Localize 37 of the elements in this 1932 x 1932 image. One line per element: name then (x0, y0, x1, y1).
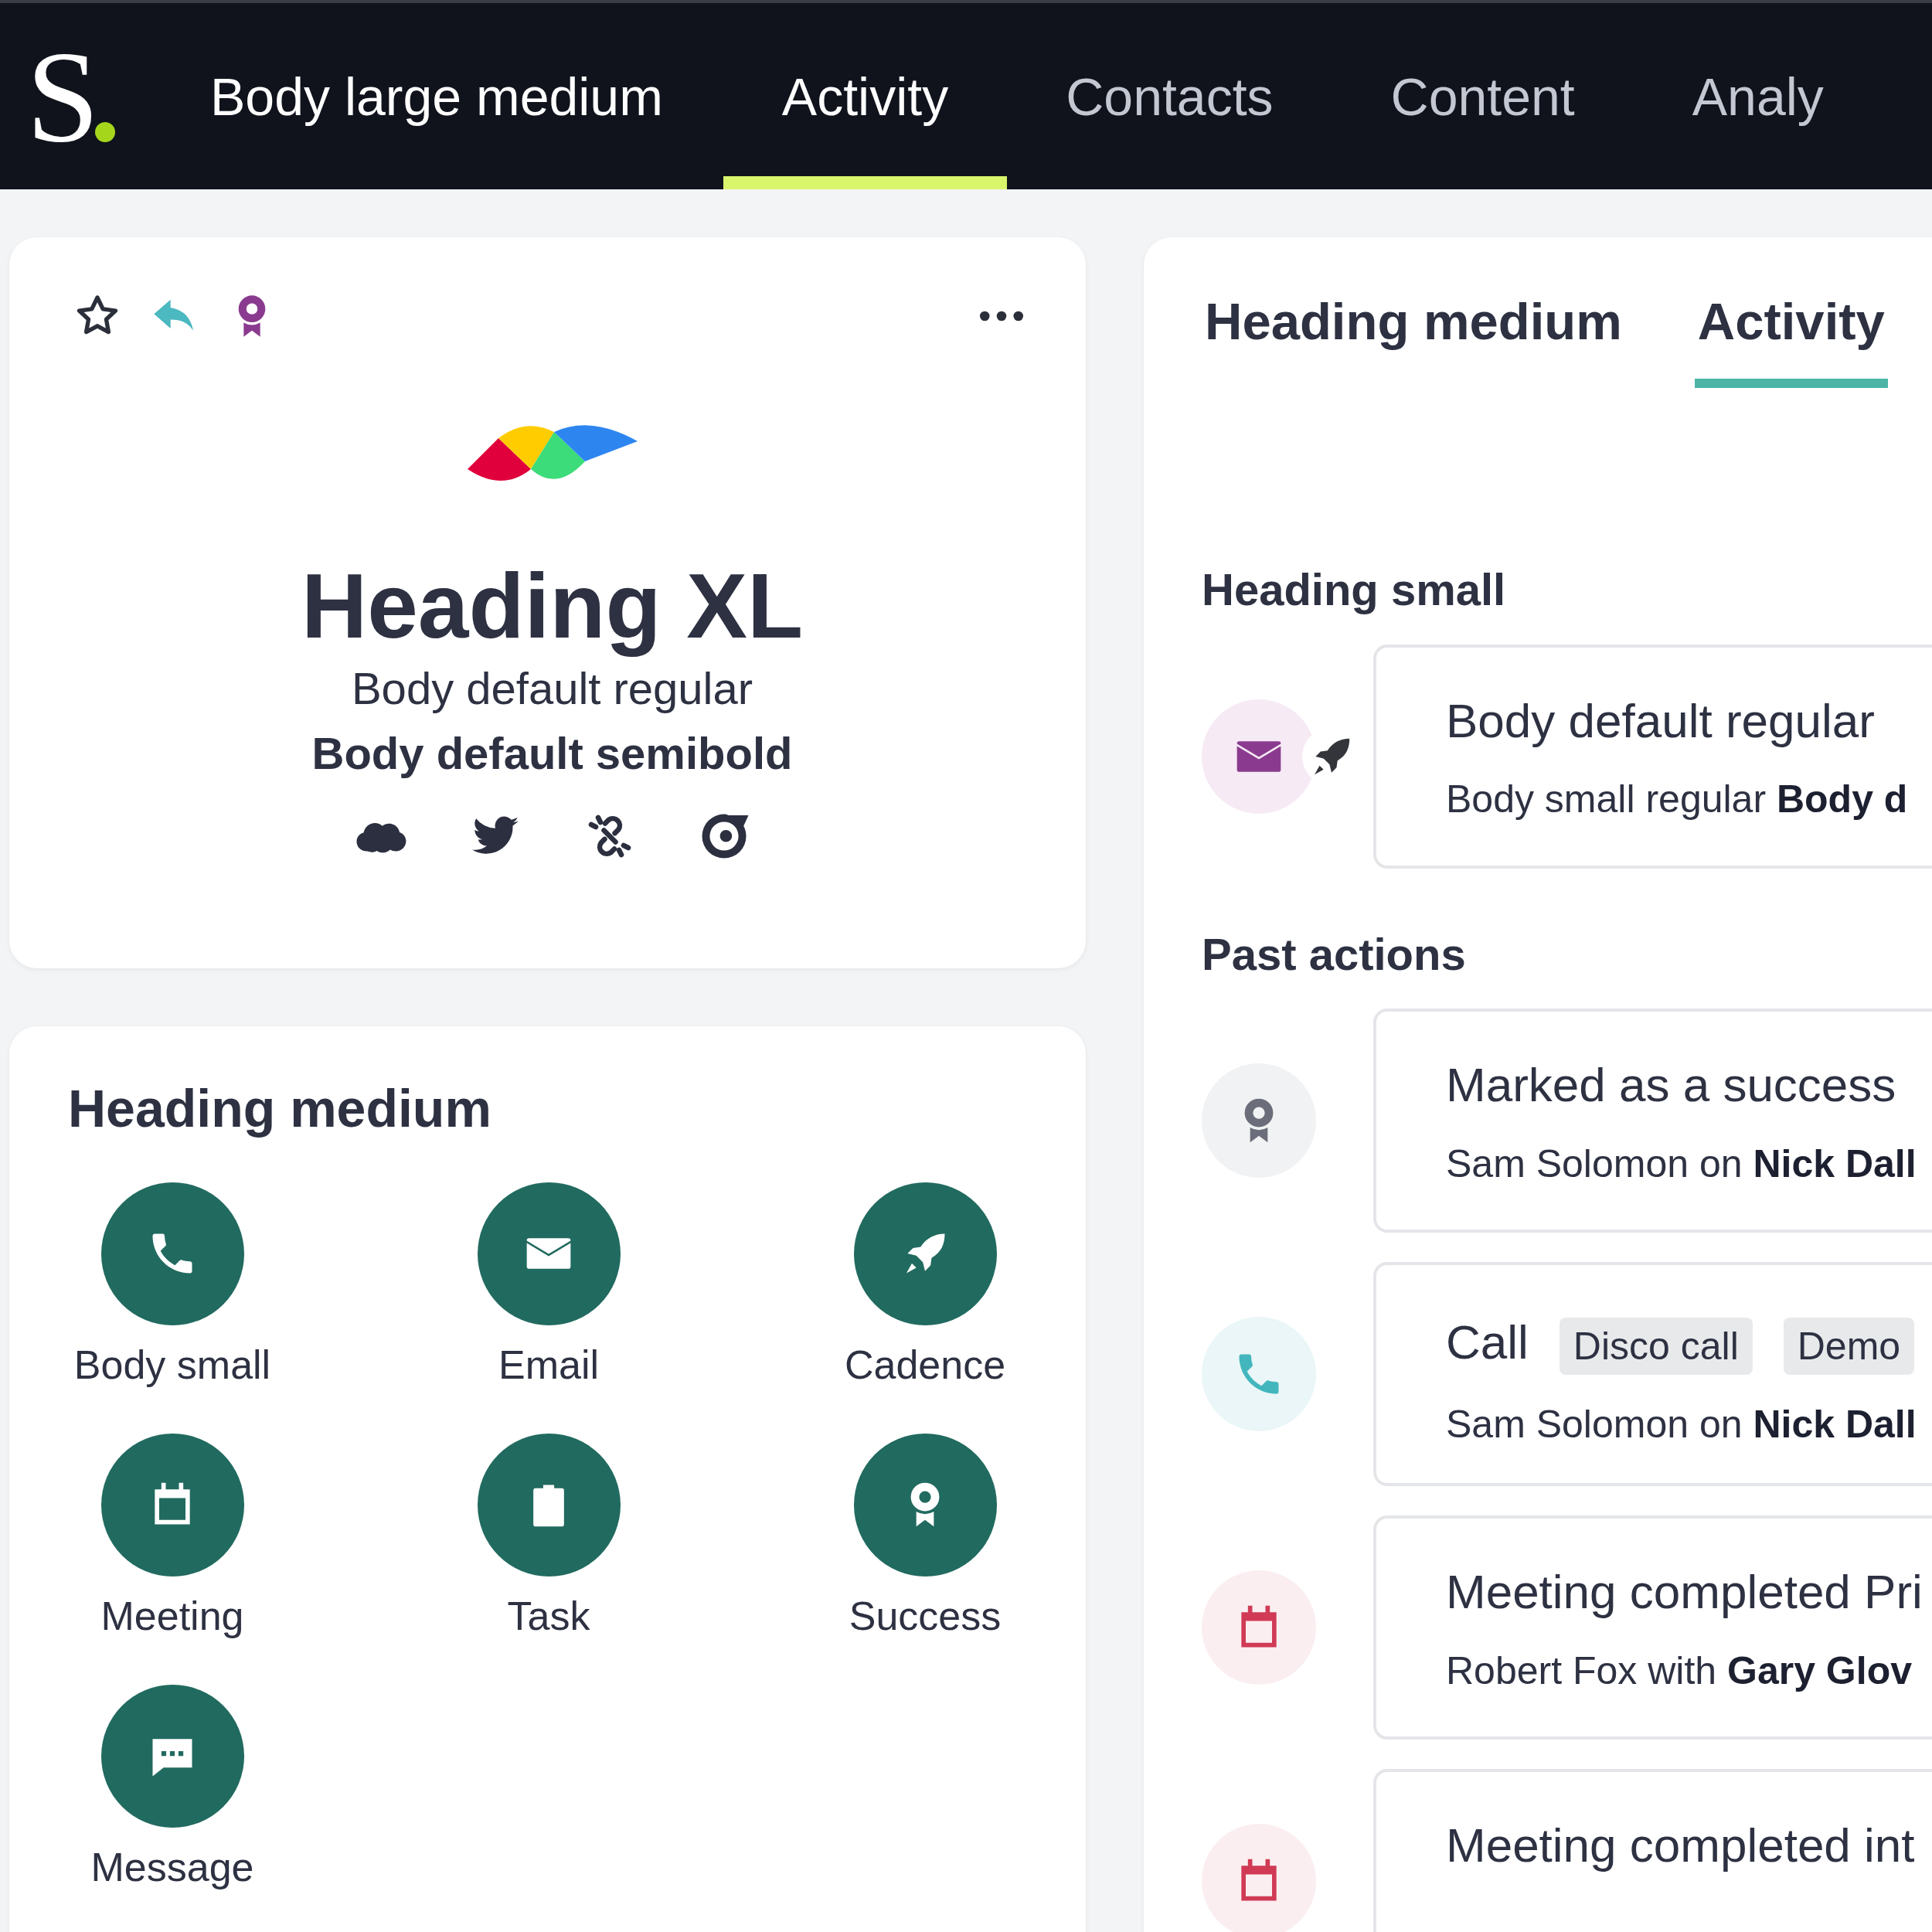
activity-tag: Disco call (1559, 1318, 1753, 1376)
profile-subtitle: Body default regular (351, 662, 753, 715)
activity-title: Marked as a success (1446, 1057, 1896, 1114)
nav-tab[interactable]: Analy (1633, 3, 1883, 189)
profile-detail: Body default semibold (311, 727, 793, 781)
activity-card[interactable]: Marked as a success Sam Solomon on Nick Dall (1373, 1009, 1932, 1233)
activity-detail: Sam Solomon on Nick Dall (1446, 1402, 1917, 1448)
section-heading: Past actions (1202, 927, 1467, 981)
activity-card[interactable]: Call Disco call Demo Sam Solomon on Nick Dall (1373, 1262, 1932, 1487)
activity-detail: Robert Fox with Gary Glov (1446, 1648, 1913, 1694)
action-label: Meeting (100, 1593, 244, 1640)
action-label: Body small (73, 1341, 271, 1389)
activity-card[interactable]: Meeting completed Pri Robert Fox with Gary Glov (1373, 1515, 1932, 1740)
activity-title: Meeting completed int (1446, 1818, 1915, 1874)
action-label: Task (507, 1593, 590, 1640)
logo-letter: S (26, 30, 95, 162)
card-heading: Heading medium (68, 1078, 492, 1139)
activity-card[interactable]: Meeting completed int (1373, 1769, 1932, 1932)
action-label: Message (90, 1844, 254, 1892)
activity-detail: Sam Solomon on Nick Dall (1446, 1141, 1917, 1187)
action-label: Cadence (844, 1341, 1006, 1389)
panel-tab[interactable]: Activity (1694, 291, 1888, 388)
action-label: Success (849, 1593, 1002, 1640)
activity-tag: Demo (1783, 1318, 1915, 1376)
nav-tab[interactable]: Activity (723, 3, 1008, 189)
section-heading: Heading small (1202, 563, 1507, 616)
nav-tab[interactable]: Contacts (1007, 3, 1332, 189)
panel-tab[interactable]: Heading medium (1202, 291, 1625, 388)
activity-title: Body default regular (1446, 692, 1875, 749)
logo-dot (94, 121, 115, 142)
activity-card[interactable]: Body default regular Body small regular Body d (1373, 644, 1932, 869)
nav-tab[interactable]: Content (1332, 3, 1634, 189)
activity-title: Call (1446, 1315, 1529, 1370)
activity-title: Meeting completed Pri (1446, 1564, 1923, 1621)
app-title: Body large medium (210, 66, 663, 127)
action-label: Email (498, 1341, 599, 1389)
activity-detail: Body small regular Body d (1446, 777, 1909, 822)
